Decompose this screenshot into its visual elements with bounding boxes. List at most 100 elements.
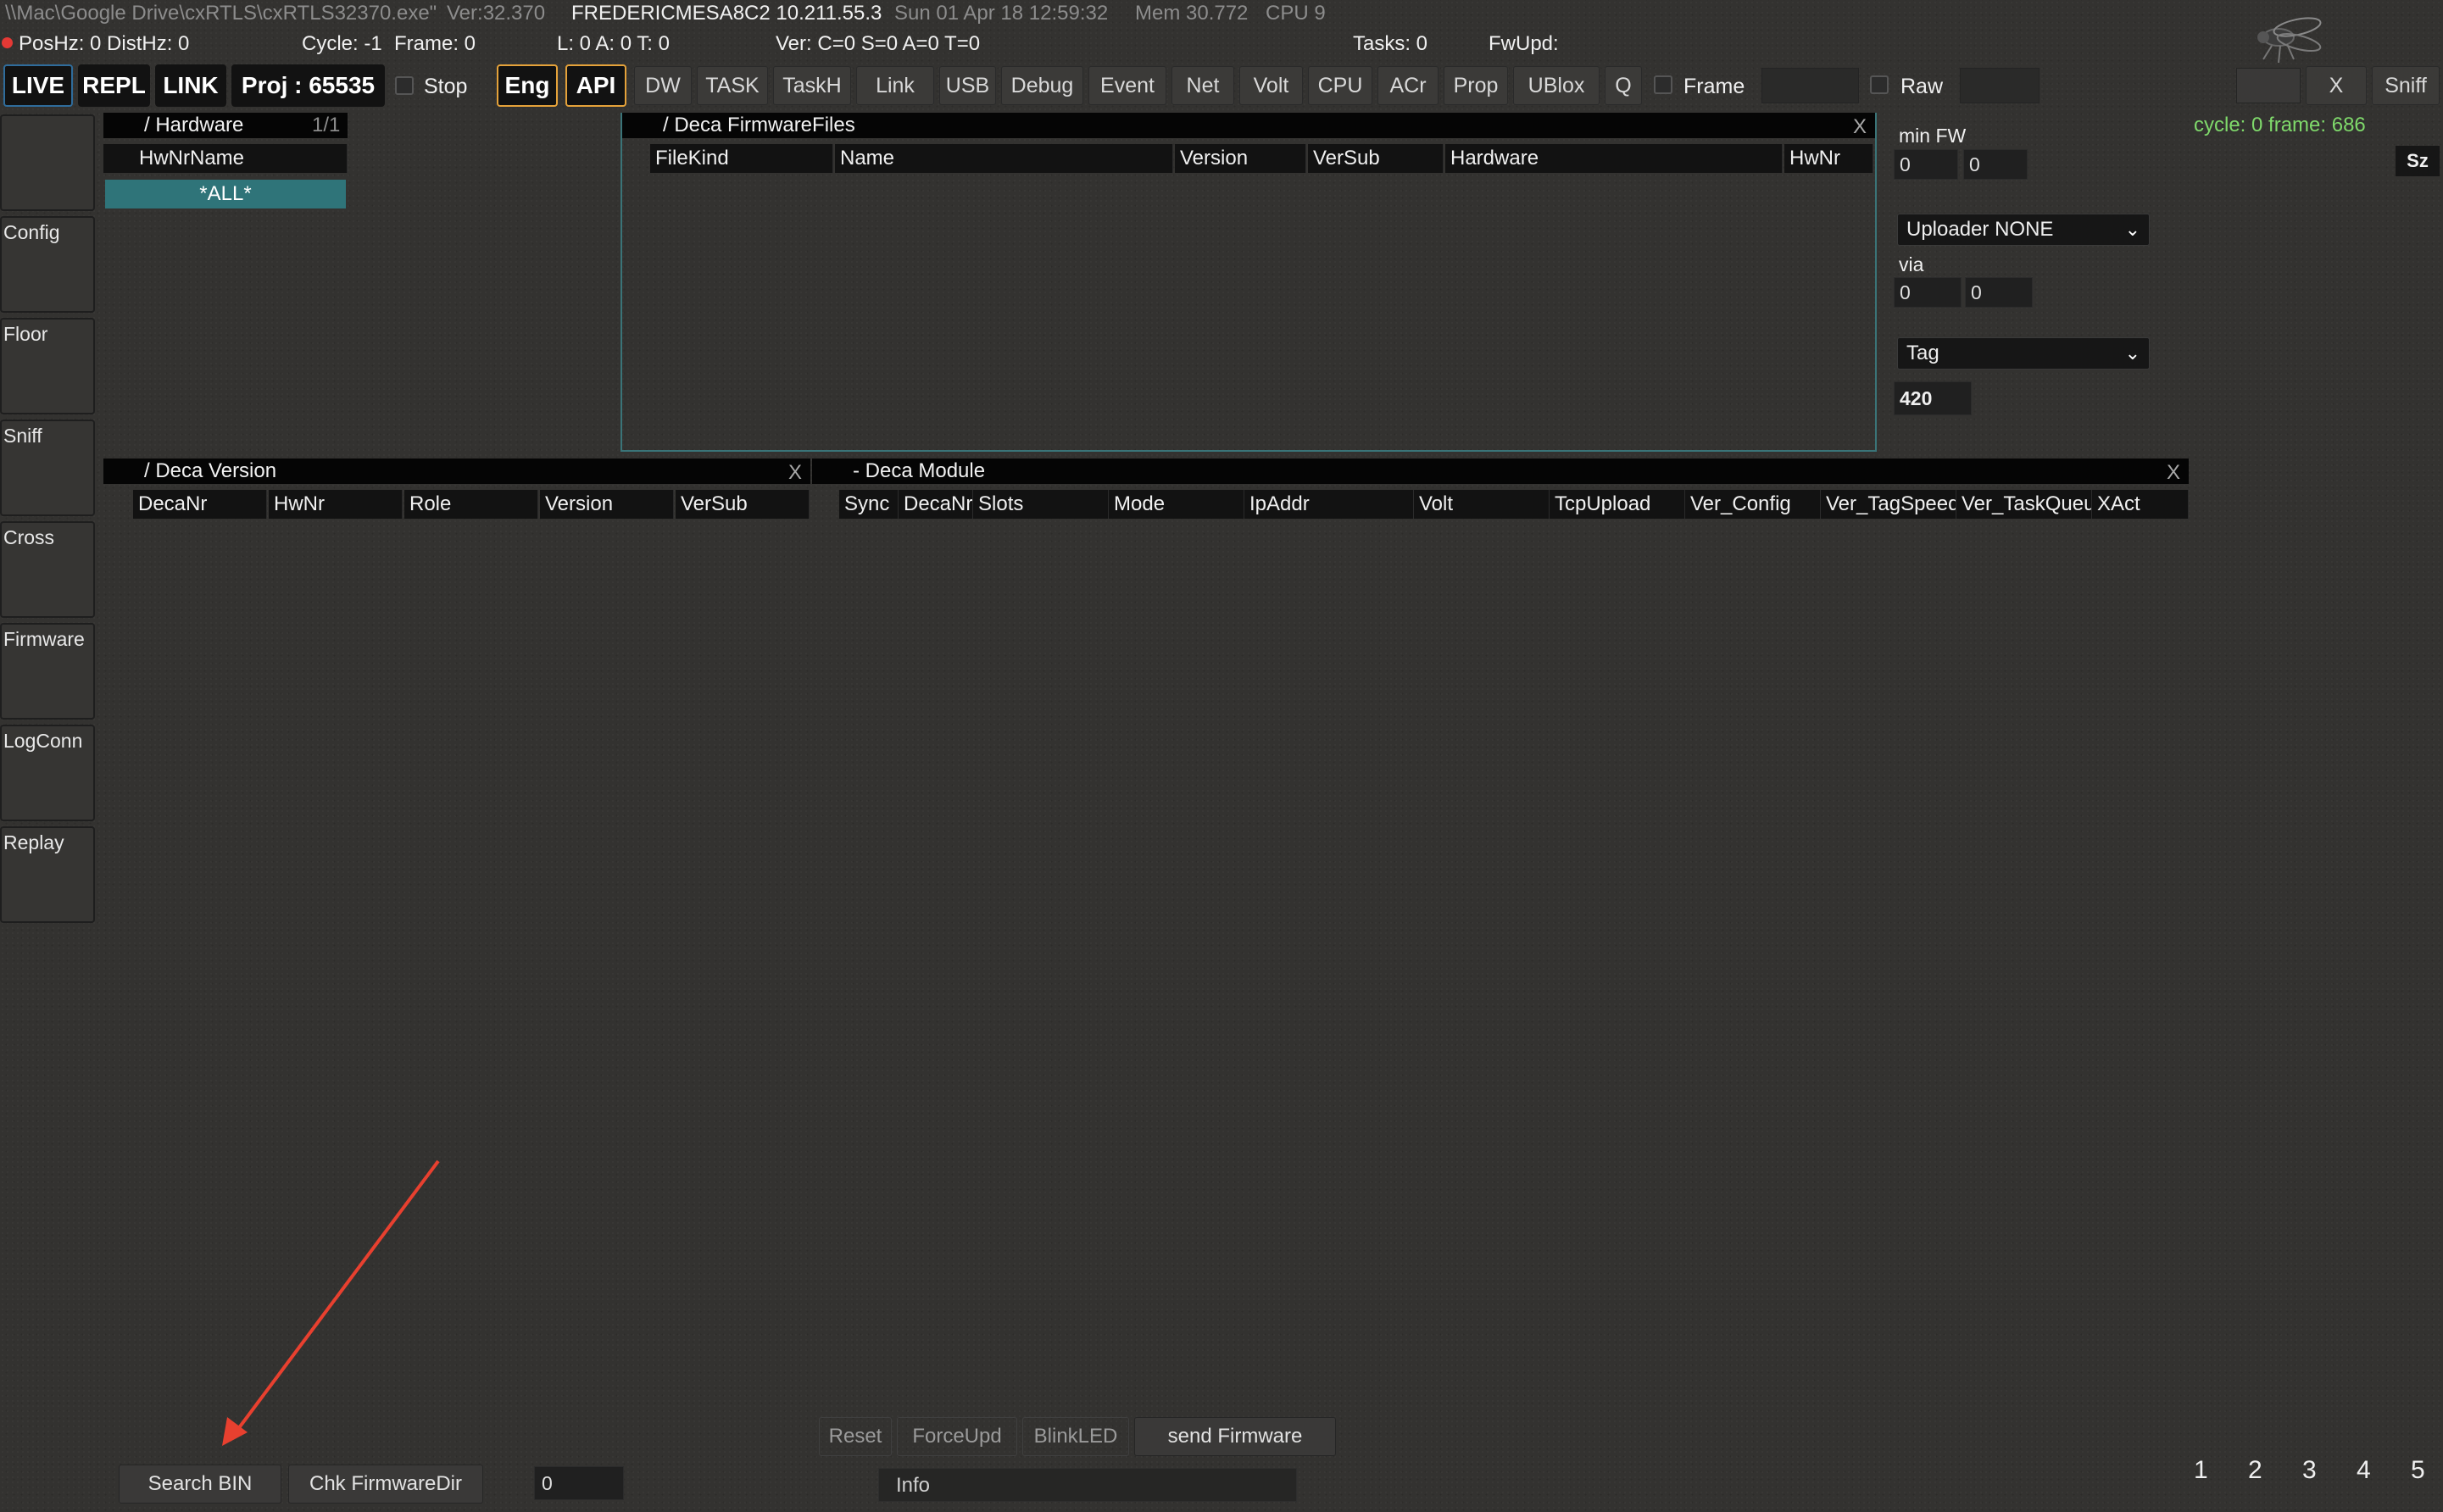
page-3[interactable]: 3 xyxy=(2302,1456,2317,1485)
chk-firmwaredir-button[interactable]: Chk FirmwareDir xyxy=(288,1465,483,1504)
version-close-icon[interactable]: X xyxy=(788,461,802,485)
forceupd-button[interactable]: ForceUpd xyxy=(897,1417,1017,1456)
min-fw-input-b[interactable]: 0 xyxy=(1963,149,2028,180)
col-version[interactable]: Version xyxy=(1175,144,1306,173)
version-text: Ver:32.370 xyxy=(447,2,546,25)
sidebar-item-logconn[interactable]: LogConn xyxy=(0,725,95,821)
col-ver-taskqueue[interactable]: Ver_TaskQueue xyxy=(1956,490,2092,519)
uploader-value: Uploader NONE xyxy=(1906,218,2054,241)
dw-button[interactable]: DW xyxy=(634,66,692,105)
col-ver-tagspeed[interactable]: Ver_TagSpeed xyxy=(1821,490,1956,519)
tag-select[interactable]: Tag ⌄ xyxy=(1897,337,2150,370)
page-5[interactable]: 5 xyxy=(2411,1456,2425,1485)
raw-checkbox[interactable] xyxy=(1870,75,1889,94)
acr-button[interactable]: ACr xyxy=(1377,66,1439,105)
sniff-button[interactable]: Sniff xyxy=(2372,66,2440,105)
col-versub[interactable]: VerSub xyxy=(676,490,810,519)
lat-text: L: 0 A: 0 T: 0 xyxy=(557,32,670,55)
hardware-pager: 1/1 xyxy=(312,114,341,136)
version-panel-title[interactable]: / Deca Version X xyxy=(103,459,810,484)
ublox-button[interactable]: UBlox xyxy=(1513,66,1600,105)
firmware-close-icon[interactable]: X xyxy=(1853,115,1867,139)
col-mode[interactable]: Mode xyxy=(1109,490,1244,519)
col-filekind[interactable]: FileKind xyxy=(650,144,833,173)
count-input[interactable]: 0 xyxy=(534,1466,624,1500)
col-tcpupload[interactable]: TcpUpload xyxy=(1550,490,1685,519)
firmware-panel-title[interactable]: / Deca FirmwareFiles X xyxy=(622,113,1875,138)
col-role[interactable]: Role xyxy=(404,490,538,519)
via-input-b[interactable]: 0 xyxy=(1965,277,2033,308)
info-field: Info xyxy=(878,1468,1297,1502)
event-button[interactable]: Event xyxy=(1088,66,1166,105)
sidebar-item-sniff[interactable]: Sniff xyxy=(0,420,95,516)
sidebar-item-replay[interactable]: Replay xyxy=(0,826,95,923)
col-name[interactable]: Name xyxy=(835,144,1173,173)
mem-text: Mem 30.772 xyxy=(1135,2,1249,25)
sz-button[interactable]: Sz xyxy=(2396,146,2440,176)
debug-button[interactable]: Debug xyxy=(1001,66,1083,105)
reset-button[interactable]: Reset xyxy=(819,1417,892,1456)
info-label: Info xyxy=(896,1474,931,1497)
taskh-button[interactable]: TaskH xyxy=(773,66,851,105)
tag-number-input[interactable]: 420 xyxy=(1894,381,1972,415)
col-xact[interactable]: XAct xyxy=(2092,490,2189,519)
col-hwnr[interactable]: HwNr xyxy=(269,490,403,519)
link-button[interactable]: LINK xyxy=(155,64,226,107)
uploader-select[interactable]: Uploader NONE ⌄ xyxy=(1897,214,2150,246)
prop-button[interactable]: Prop xyxy=(1444,66,1508,105)
col-slots[interactable]: Slots xyxy=(973,490,1109,519)
api-button[interactable]: API xyxy=(565,64,626,107)
col-decanr[interactable]: DecaNr xyxy=(133,490,267,519)
sidebar-item-top[interactable] xyxy=(0,114,95,211)
col-hwnr[interactable]: HwNr xyxy=(1784,144,1873,173)
sidebar-item-firmware[interactable]: Firmware xyxy=(0,623,95,720)
hardware-title-text: / Hardware xyxy=(144,114,244,136)
sidebar-item-floor[interactable]: Floor xyxy=(0,318,95,414)
frame-input[interactable] xyxy=(1761,68,1859,103)
page-4[interactable]: 4 xyxy=(2357,1456,2371,1485)
proj-button[interactable]: Proj : 65535 xyxy=(231,64,385,107)
blinkled-button[interactable]: BlinkLED xyxy=(1022,1417,1129,1456)
sidebar-item-label: Cross xyxy=(3,526,55,548)
min-fw-input-a[interactable]: 0 xyxy=(1894,149,1958,180)
via-input-a[interactable]: 0 xyxy=(1894,277,1962,308)
module-close-icon[interactable]: X xyxy=(2167,461,2180,485)
stop-checkbox[interactable] xyxy=(395,76,414,95)
page-2[interactable]: 2 xyxy=(2248,1456,2262,1485)
send-firmware-button[interactable]: send Firmware xyxy=(1134,1417,1336,1456)
col-sync[interactable]: Sync xyxy=(839,490,899,519)
col-version[interactable]: Version xyxy=(540,490,674,519)
tasks-text: Tasks: 0 xyxy=(1353,32,1428,55)
col-ver-config[interactable]: Ver_Config xyxy=(1685,490,1821,519)
net-button[interactable]: Net xyxy=(1171,66,1234,105)
task-button[interactable]: TASK xyxy=(697,66,768,105)
volt-button[interactable]: Volt xyxy=(1239,66,1303,105)
cpu-button[interactable]: CPU xyxy=(1308,66,1372,105)
hardware-panel-title[interactable]: / Hardware 1/1 xyxy=(103,113,348,138)
sidebar-item-cross[interactable]: Cross xyxy=(0,521,95,618)
col-ipaddr[interactable]: IpAddr xyxy=(1244,490,1414,519)
exe-path: \\Mac\Google Drive\cxRTLS\cxRTLS32370.ex… xyxy=(5,2,437,25)
col-versub[interactable]: VerSub xyxy=(1308,144,1444,173)
raw-input[interactable] xyxy=(1960,68,2040,103)
frame-checkbox[interactable] xyxy=(1654,75,1672,94)
status-dot xyxy=(2,37,13,48)
hwnrname-column-header[interactable]: HwNrName xyxy=(103,144,348,173)
usb-button[interactable]: USB xyxy=(939,66,996,105)
hardware-all-row[interactable]: *ALL* xyxy=(105,180,346,208)
live-button[interactable]: LIVE xyxy=(3,64,73,107)
search-bin-button[interactable]: Search BIN xyxy=(119,1465,281,1504)
page-1[interactable]: 1 xyxy=(2194,1456,2208,1485)
col-volt[interactable]: Volt xyxy=(1414,490,1550,519)
col-hardware[interactable]: Hardware xyxy=(1445,144,1783,173)
q-button[interactable]: Q xyxy=(1605,66,1642,105)
sidebar-item-config[interactable]: Config xyxy=(0,216,95,313)
col-decanr[interactable]: DecaNr xyxy=(899,490,973,519)
module-title-text: - Deca Module xyxy=(853,459,986,482)
module-panel-title[interactable]: - Deca Module X xyxy=(812,459,2189,484)
link-tab-button[interactable]: Link xyxy=(856,66,934,105)
eng-button[interactable]: Eng xyxy=(497,64,558,107)
repl-button[interactable]: REPL xyxy=(78,64,150,107)
close-button[interactable]: X xyxy=(2306,66,2367,105)
chevron-down-icon: ⌄ xyxy=(2124,219,2140,240)
